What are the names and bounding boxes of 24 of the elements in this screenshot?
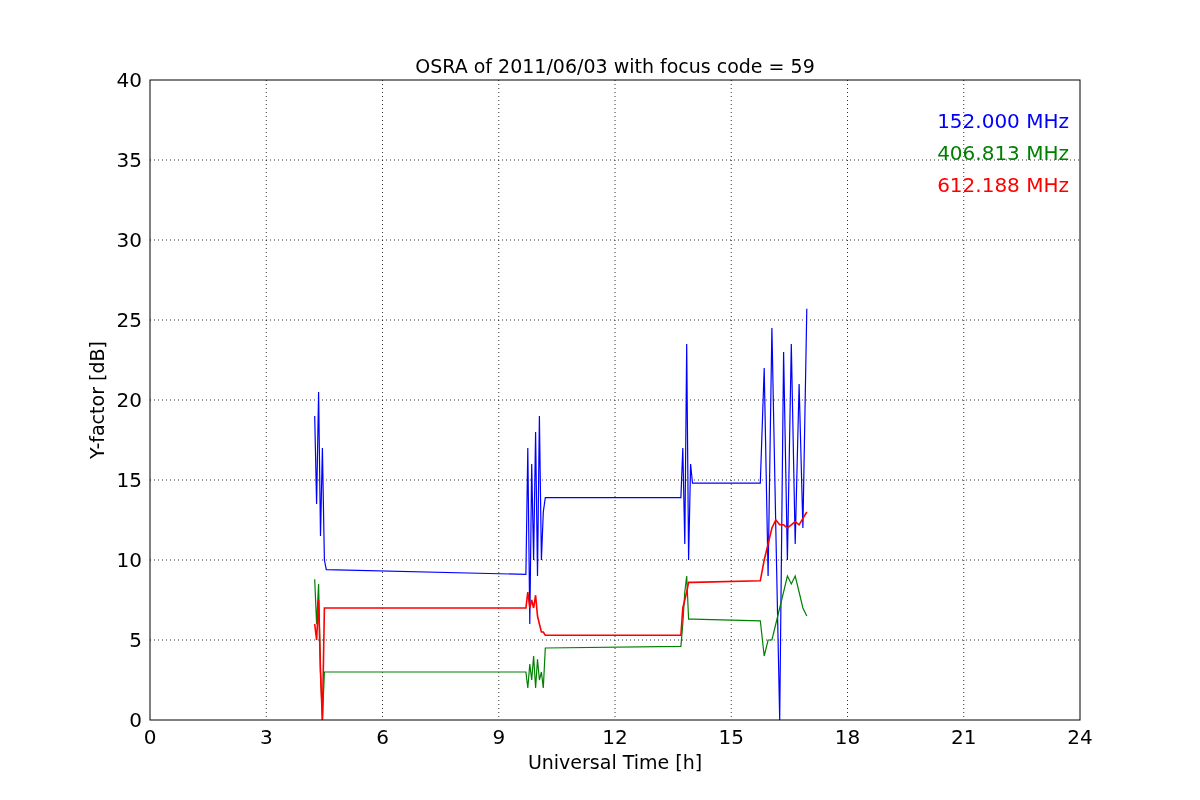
x-tick-label: 9 xyxy=(492,725,506,749)
x-tick-label: 0 xyxy=(143,725,157,749)
legend-label: 406.813 MHz xyxy=(937,141,1069,165)
chart-title: OSRA of 2011/06/03 with focus code = 59 xyxy=(415,55,815,77)
x-tick-label: 18 xyxy=(834,725,861,749)
y-tick-label: 10 xyxy=(116,548,142,572)
x-tick-label: 12 xyxy=(602,725,628,749)
y-tick-label: 0 xyxy=(129,708,142,732)
y-tick-label: 5 xyxy=(129,628,142,652)
y-tick-label: 15 xyxy=(116,468,142,492)
y-axis-label: Y-factor [dB] xyxy=(86,341,108,459)
x-tick-label: 6 xyxy=(376,725,389,749)
x-tick-label: 3 xyxy=(259,725,273,749)
legend-label: 152.000 MHz xyxy=(937,109,1069,133)
y-tick-label: 35 xyxy=(116,148,142,172)
y-tick-label: 25 xyxy=(116,308,142,332)
x-tick-label: 15 xyxy=(718,725,744,749)
x-axis-label: Universal Time [h] xyxy=(527,751,703,773)
y-tick-label: 30 xyxy=(116,228,142,252)
x-tick-label: 21 xyxy=(951,725,977,749)
y-tick-label: 40 xyxy=(116,68,142,92)
y-tick-label: 20 xyxy=(116,388,142,412)
x-tick-label: 24 xyxy=(1067,725,1093,749)
legend-label: 612.188 MHz xyxy=(937,173,1069,197)
